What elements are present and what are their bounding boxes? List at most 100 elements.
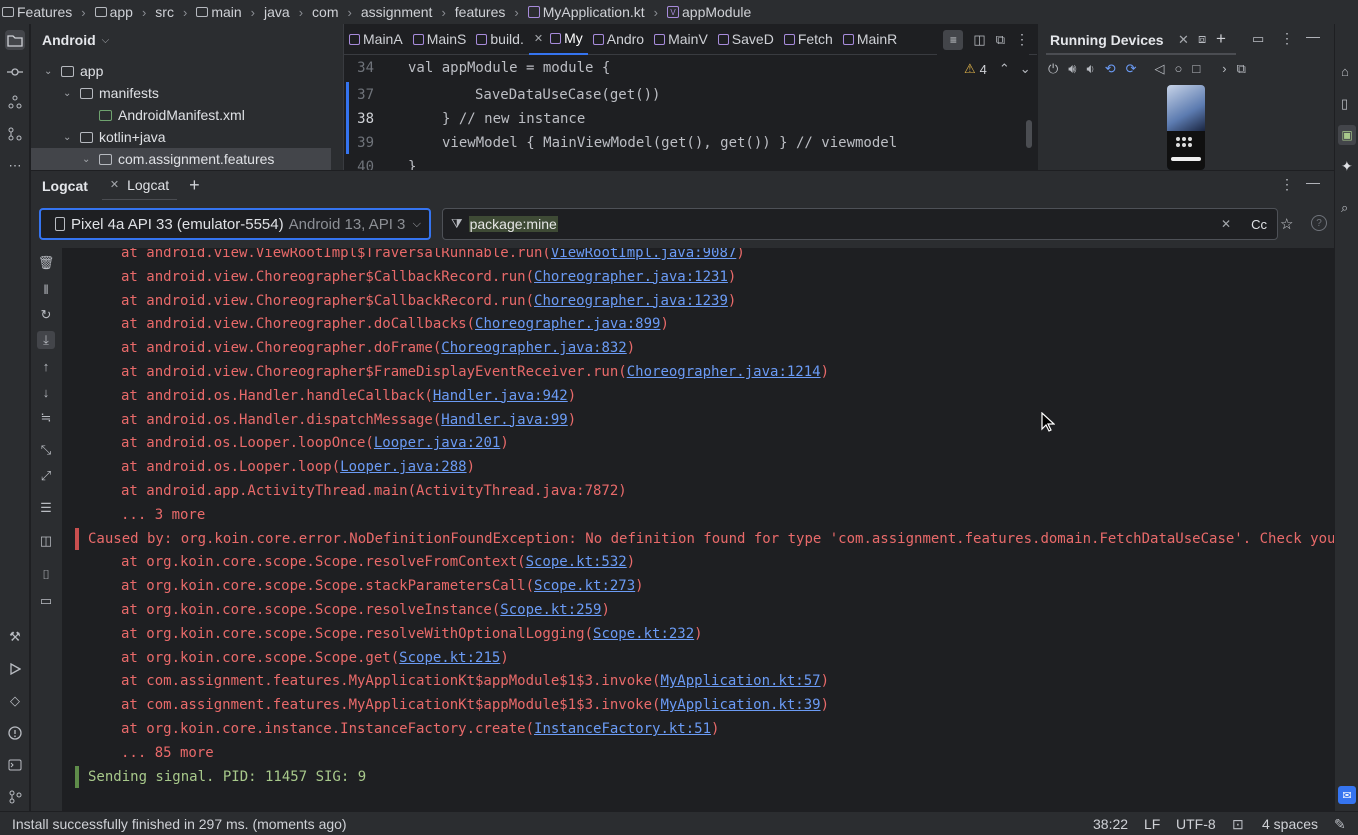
minimize-icon[interactable]: — xyxy=(1306,174,1320,190)
source-link[interactable]: Choreographer.java:1231 xyxy=(534,269,728,285)
overview-icon[interactable]: □ xyxy=(1192,61,1200,77)
gradle-icon[interactable]: ⌂ xyxy=(1341,64,1349,79)
more-tools-icon[interactable]: ⋯ xyxy=(5,156,25,176)
code-line[interactable]: 34 val appModule = module { xyxy=(344,56,1037,80)
code-line[interactable]: 38} // new instance xyxy=(344,107,1037,131)
layout-icon[interactable]: ▭ xyxy=(1252,31,1264,47)
pause-icon[interactable]: ‖ xyxy=(37,280,55,298)
rotate-right-icon[interactable]: ⟳ xyxy=(1126,61,1137,77)
breadcrumb-item[interactable]: main xyxy=(196,4,242,20)
inspector-icon[interactable]: ⌕ xyxy=(1341,200,1348,216)
add-device-icon[interactable]: + xyxy=(1216,29,1226,49)
previous-occurrence-icon[interactable]: ↑ xyxy=(37,357,55,375)
volume-up-icon[interactable]: 🔊︎ xyxy=(1068,61,1076,77)
chevron-down-icon[interactable]: ⌄ xyxy=(44,66,54,77)
notifications-icon[interactable]: ✉ xyxy=(1338,786,1356,804)
editor-scrollbar[interactable] xyxy=(1026,120,1032,148)
split-panels-icon[interactable]: ◫ xyxy=(37,532,55,550)
commit-icon[interactable] xyxy=(5,62,25,82)
options-icon[interactable]: ⋮ xyxy=(1280,30,1294,47)
logcat-tab[interactable]: ✕ Logcat xyxy=(101,171,178,201)
structure-icon[interactable] xyxy=(5,92,25,112)
soft-wrap-icon[interactable]: ≒ xyxy=(37,409,55,427)
code-editor[interactable]: MainA MainS build. ✕ My Andro MainV SaveD Fetch M… xyxy=(343,24,1037,170)
expand-icon[interactable]: ⤢ xyxy=(37,467,55,485)
rotate-left-icon[interactable]: ⟲ xyxy=(1105,61,1116,77)
editor-tab[interactable]: Andro xyxy=(588,24,649,55)
edit-icon[interactable]: ✎ xyxy=(1334,812,1346,835)
caret-position[interactable]: 38:22 xyxy=(1093,812,1128,835)
source-link[interactable]: Scope.kt:532 xyxy=(526,554,627,570)
minimize-icon[interactable]: — xyxy=(1306,28,1320,44)
gem-icon[interactable]: ◇ xyxy=(5,691,25,711)
problems-icon[interactable] xyxy=(5,723,25,743)
source-link[interactable]: InstanceFactory.kt:51 xyxy=(534,721,711,737)
chevron-down-icon[interactable]: ⌄ xyxy=(63,88,73,99)
warning-icon[interactable]: ⚠ xyxy=(964,61,976,77)
source-link[interactable]: Handler.java:942 xyxy=(433,388,568,404)
log-scrollbar[interactable] xyxy=(1326,248,1334,811)
editor-tab[interactable]: MainA xyxy=(344,24,408,55)
next-highlight-icon[interactable]: ⌄ xyxy=(1020,61,1031,77)
terminal-icon[interactable] xyxy=(5,755,25,775)
editor-tab[interactable]: Fetch xyxy=(779,24,838,55)
source-link[interactable]: Scope.kt:215 xyxy=(399,650,500,666)
tree-item[interactable]: ⌄ kotlin+java xyxy=(31,126,343,148)
device-selector[interactable]: Pixel 4a API 33 (emulator-5554) Android … xyxy=(39,208,431,240)
breadcrumb-item[interactable]: features xyxy=(455,4,506,20)
logcat-output[interactable]: at android.view.ViewRootImpl$TraversalRu… xyxy=(62,248,1334,811)
run-icon[interactable] xyxy=(5,659,25,679)
source-link[interactable]: Looper.java:201 xyxy=(374,435,500,451)
close-tab-icon[interactable]: ✕ xyxy=(534,32,543,45)
help-icon[interactable]: ? xyxy=(1311,215,1327,231)
breadcrumb-item[interactable]: MyApplication.kt xyxy=(527,4,645,20)
pull-requests-icon[interactable] xyxy=(5,124,25,144)
clear-filter-icon[interactable]: ✕ xyxy=(1221,217,1231,231)
version-control-icon[interactable] xyxy=(5,787,25,807)
code-line[interactable]: 40} xyxy=(344,155,1037,170)
logcat-filter-input[interactable]: ⧩ package:mine ✕ Cc xyxy=(442,208,1278,240)
source-link[interactable]: MyApplication.kt:57 xyxy=(660,673,820,689)
tree-item[interactable]: ⌄ com.assignment.features xyxy=(31,148,331,170)
scroll-to-end-icon[interactable]: ⤓ xyxy=(37,331,55,349)
breadcrumb-item[interactable]: Features xyxy=(2,4,72,20)
editor-tab[interactable]: MainR xyxy=(838,24,902,55)
editor-tab[interactable]: build. xyxy=(471,24,528,55)
device-screen[interactable] xyxy=(1167,85,1205,170)
code-line[interactable]: 39 viewModel { MainViewModel(get(), get()… xyxy=(344,131,1037,155)
power-icon[interactable]: ⏻ xyxy=(1048,61,1058,77)
source-link[interactable]: Looper.java:288 xyxy=(340,459,466,475)
file-encoding[interactable]: UTF-8 xyxy=(1176,812,1216,835)
screen-record-icon[interactable]: ▭ xyxy=(37,592,55,610)
chevron-right-icon[interactable]: › xyxy=(1222,61,1226,77)
source-link[interactable]: Choreographer.java:832 xyxy=(441,340,626,356)
editor-tab[interactable]: MainS xyxy=(408,24,472,55)
source-link[interactable]: Choreographer.java:1239 xyxy=(534,293,728,309)
screenshot-icon[interactable]: ⌷ xyxy=(37,566,55,584)
project-folder-icon[interactable] xyxy=(5,30,25,50)
source-link[interactable]: ViewRootImpl.java:9087 xyxy=(551,248,736,261)
editor-tab[interactable]: SaveD xyxy=(713,24,779,55)
more-options-icon[interactable]: ⋮ xyxy=(1015,31,1029,48)
indent-setting[interactable]: 4 spaces xyxy=(1262,812,1318,835)
code-line[interactable]: 37 SaveDataUseCase(get()) xyxy=(344,83,1037,107)
device-explorer-icon[interactable]: ▯ xyxy=(1341,96,1348,112)
screenshot-icon[interactable]: ⧉ xyxy=(1237,61,1246,77)
editor-tab[interactable]: MainV xyxy=(649,24,713,55)
settings-icon[interactable]: ☰ xyxy=(37,499,55,517)
source-link[interactable]: MyApplication.kt:39 xyxy=(660,697,820,713)
device-manager-icon[interactable]: ⧈ xyxy=(1198,31,1206,47)
source-link[interactable]: Handler.java:99 xyxy=(441,412,567,428)
add-tab-icon[interactable]: + xyxy=(189,175,200,196)
tree-item[interactable]: ⌄ app xyxy=(31,60,343,82)
chevron-down-icon[interactable]: ⌄ xyxy=(82,154,92,165)
fold-icon[interactable]: ⤡ xyxy=(37,441,55,459)
tree-item[interactable]: AndroidManifest.xml xyxy=(31,104,343,126)
status-message[interactable]: Install successfully finished in 297 ms.… xyxy=(12,816,347,832)
source-link[interactable]: Scope.kt:232 xyxy=(593,626,694,642)
breadcrumb-item[interactable]: com xyxy=(312,4,338,20)
readonly-lock-icon[interactable]: ⊡ xyxy=(1232,812,1244,835)
breadcrumb-item[interactable]: src xyxy=(155,4,174,20)
split-view-icon[interactable]: ◫ xyxy=(973,32,985,48)
breadcrumb-item[interactable]: java xyxy=(264,4,290,20)
